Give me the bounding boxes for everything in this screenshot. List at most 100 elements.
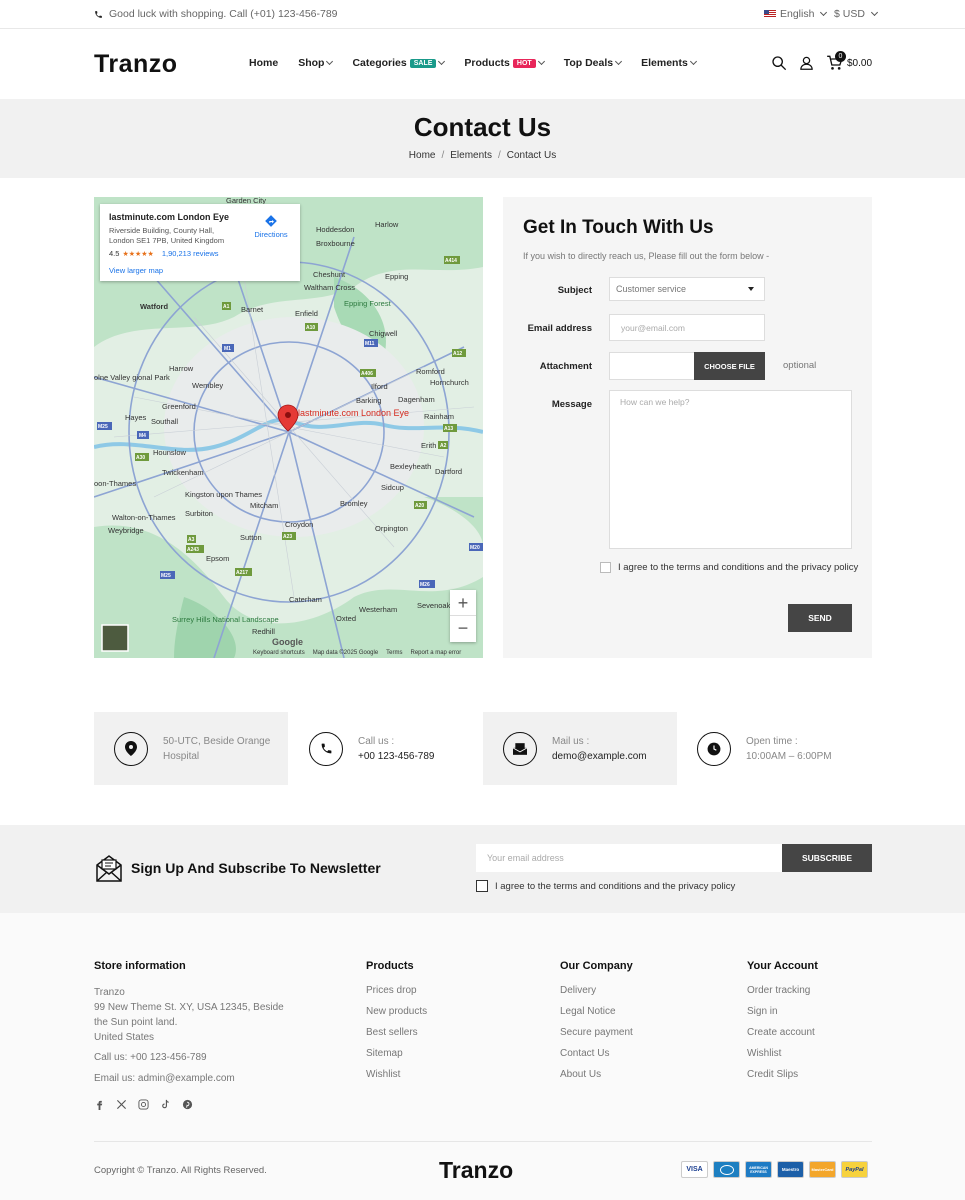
footer-divider (94, 1141, 872, 1142)
footer-logo[interactable]: Tranzo (439, 1157, 513, 1184)
nav-item-categories[interactable]: Categories SALE (352, 57, 446, 69)
info-open-time: Open time : 10:00AM – 6:00PM (677, 712, 872, 785)
chevron-down-icon (615, 57, 623, 66)
nav-label: Categories (352, 57, 407, 69)
footer-link[interactable]: Wishlist (366, 1069, 400, 1080)
footer-link[interactable]: Sitemap (366, 1048, 403, 1059)
map-label: Oxted (336, 614, 356, 623)
map-footer-link[interactable]: Report a map error (411, 650, 462, 656)
subject-value: Customer service (616, 284, 687, 294)
header-icons: 0 $0.00 (771, 51, 872, 71)
site-logo[interactable]: Tranzo (94, 50, 178, 79)
breadcrumb-elements[interactable]: Elements (450, 150, 492, 161)
directions-button[interactable]: Directions (251, 214, 291, 239)
newsletter-checkbox[interactable] (476, 880, 488, 892)
footer-link[interactable]: New products (366, 1006, 427, 1017)
map-label: Epping (385, 272, 408, 281)
view-larger-map-link[interactable]: View larger map (109, 266, 163, 275)
map-pin-label: lastminute.com London Eye (298, 408, 409, 418)
nav-item-elements[interactable]: Elements (641, 57, 697, 69)
nav-item-products[interactable]: Products HOT (464, 57, 545, 69)
map-label: Caterham (289, 595, 322, 604)
address-text: 50-UTC, Beside Orange Hospital (163, 735, 271, 762)
map-label: Wembley (192, 381, 223, 390)
road-badge: A13 (444, 426, 453, 432)
road-badge: A243 (187, 547, 199, 553)
nav-item-shop[interactable]: Shop (298, 57, 334, 69)
subject-label: Subject (557, 285, 592, 296)
amex-icon: AMERICAN EXPRESS (745, 1161, 772, 1178)
road-badge: A2 (440, 443, 447, 449)
zoom-out-button[interactable]: − (450, 616, 476, 642)
map-label: oon-Thames (94, 479, 136, 488)
map-label: Epping Forest (344, 299, 392, 308)
currency-label: $ USD (834, 8, 865, 20)
map-label: Dagenham (398, 395, 435, 404)
footer-link[interactable]: Legal Notice (560, 1006, 616, 1017)
map-footer-link[interactable]: Terms (386, 650, 402, 656)
language-selector[interactable]: English (764, 8, 828, 20)
map-footer-link[interactable]: Keyboard shortcuts (253, 650, 305, 656)
directions-label: Directions (254, 230, 288, 239)
map-label: Surbiton (185, 509, 213, 518)
reviews-link[interactable]: 1,90,213 reviews (162, 249, 219, 258)
footer-link[interactable]: Create account (747, 1027, 815, 1038)
satellite-toggle[interactable] (101, 624, 129, 652)
map-label: Rainham (424, 412, 454, 421)
store-address: 99 New Theme St. XY, USA 12345, Beside t… (94, 1002, 284, 1028)
zoom-in-button[interactable]: + (450, 590, 476, 616)
currency-selector[interactable]: $ USD (834, 8, 878, 20)
search-icon[interactable] (771, 55, 787, 71)
terms-checkbox[interactable] (600, 561, 611, 573)
nav-item-home[interactable]: Home (249, 57, 278, 69)
road-badge: A1 (223, 304, 230, 310)
facebook-icon[interactable] (94, 1099, 105, 1110)
map-label: Hornchurch (430, 378, 469, 387)
top-bar: Good luck with shopping. Call (+01) 123-… (0, 0, 965, 29)
store-email[interactable]: Email us: admin@example.com (94, 1071, 294, 1086)
attachment-label: Attachment (539, 361, 592, 372)
send-button[interactable]: SEND (788, 604, 852, 632)
footer-link[interactable]: Best sellers (366, 1027, 418, 1038)
newsletter-email-input[interactable]: Your email address (476, 844, 782, 872)
instagram-icon[interactable] (138, 1099, 149, 1110)
message-textarea[interactable]: How can we help? (609, 390, 852, 549)
directions-icon (265, 215, 277, 227)
cart-count: 0 (835, 51, 846, 62)
pinterest-icon[interactable] (182, 1099, 193, 1110)
choose-file-button[interactable]: CHOOSE FILE (694, 352, 765, 380)
attachment-field[interactable] (609, 352, 695, 380)
info-mail: Mail us : demo@example.com (483, 712, 677, 785)
chevron-down-icon (438, 57, 446, 66)
footer-link[interactable]: Prices drop (366, 985, 417, 996)
nav-item-top-deals[interactable]: Top Deals (564, 57, 623, 69)
footer-link[interactable]: Credit Slips (747, 1069, 798, 1080)
payment-methods: VISA AMERICAN EXPRESS Maestro MasterCard… (681, 1161, 868, 1178)
x-twitter-icon[interactable] (116, 1099, 127, 1110)
call-value[interactable]: +00 123-456-789 (358, 749, 434, 764)
footer-link[interactable]: Wishlist (747, 1048, 781, 1059)
map-label: Surrey Hills National Landscape (172, 615, 279, 624)
info-address: 50-UTC, Beside Orange Hospital (94, 712, 288, 785)
nav-label: Home (249, 57, 279, 69)
map-label: Weybridge (108, 526, 144, 535)
footer-link[interactable]: Sign in (747, 1006, 778, 1017)
map-label: Epsom (206, 554, 229, 563)
footer-link[interactable]: About Us (560, 1069, 601, 1080)
cart-button[interactable]: 0 $0.00 (826, 51, 872, 71)
map-label: Walton-on-Thames (112, 513, 176, 522)
footer-heading-products: Products (366, 960, 414, 972)
footer-link[interactable]: Secure payment (560, 1027, 633, 1038)
footer-link[interactable]: Delivery (560, 985, 596, 996)
subscribe-button[interactable]: SUBSCRIBE (782, 844, 872, 872)
tiktok-icon[interactable] (160, 1099, 171, 1110)
breadcrumb-home[interactable]: Home (409, 150, 436, 161)
subject-select[interactable]: Customer service (609, 277, 765, 301)
mail-value[interactable]: demo@example.com (552, 749, 647, 764)
map-label: Chigwell (369, 329, 398, 338)
footer-link[interactable]: Order tracking (747, 985, 810, 996)
email-field[interactable]: your@email.com (609, 314, 765, 341)
user-icon[interactable] (799, 55, 814, 71)
road-badge: M25 (98, 424, 108, 430)
footer-link[interactable]: Contact Us (560, 1048, 609, 1059)
